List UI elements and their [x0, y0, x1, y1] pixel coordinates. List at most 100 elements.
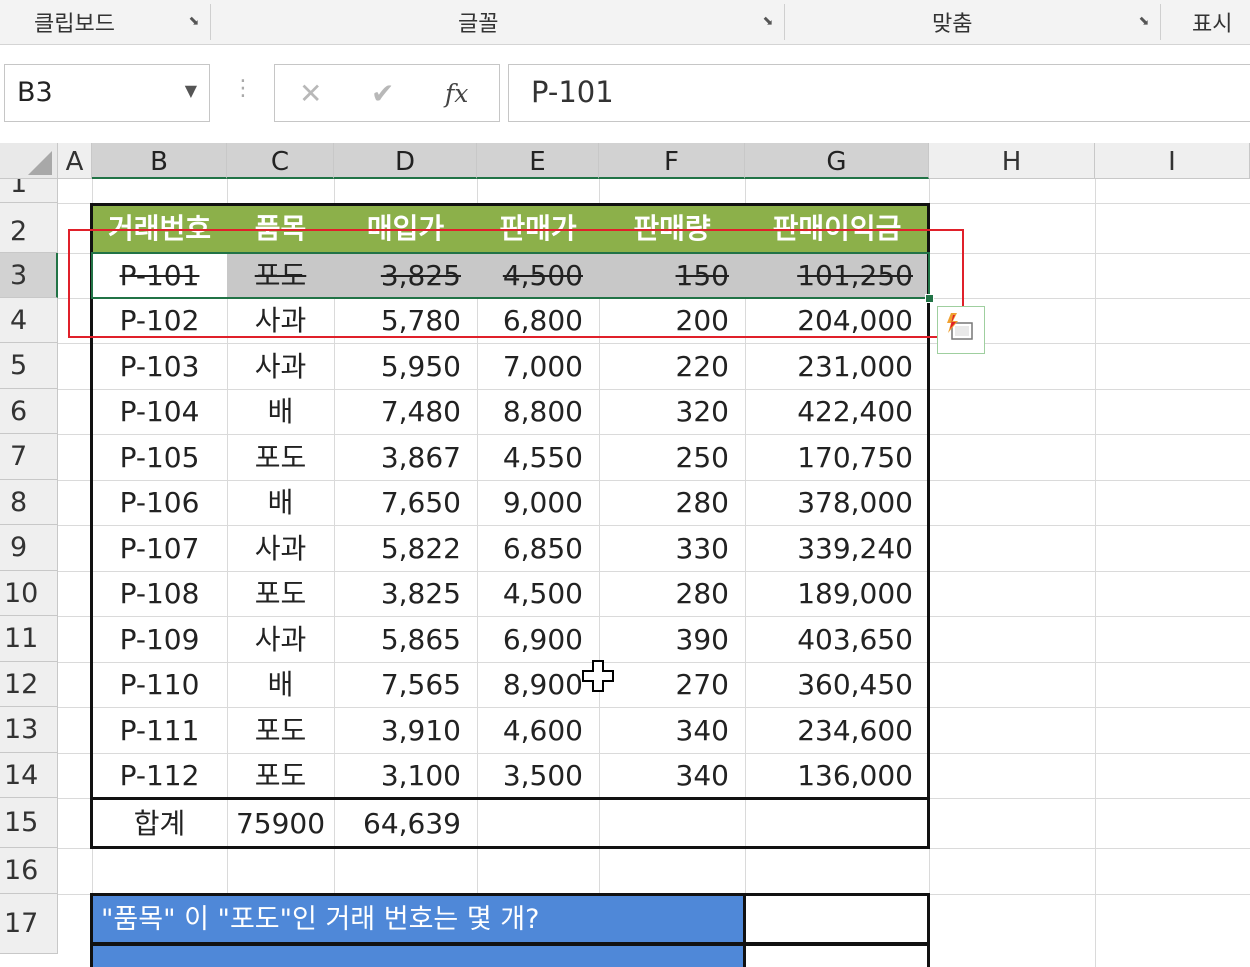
row-header-6[interactable]: 6 — [0, 389, 58, 434]
column-header-i[interactable]: I — [1095, 143, 1250, 179]
cell-sale-price[interactable]: 4,550 — [477, 435, 599, 480]
select-all-corner[interactable] — [0, 143, 58, 179]
question-row-next[interactable] — [93, 946, 743, 967]
row-header-14[interactable]: 14 — [0, 753, 58, 798]
cell-purchase-price[interactable]: 5,822 — [334, 526, 477, 571]
cell-sale-price[interactable]: 6,850 — [477, 526, 599, 571]
row-header-5[interactable]: 5 — [0, 343, 58, 389]
name-box[interactable]: B3 ▼ — [4, 64, 210, 122]
question-text[interactable]: "품목" 이 "포도"인 거래 번호는 몇 개? — [93, 896, 743, 942]
cell-item[interactable]: 포도 — [227, 435, 334, 480]
cell-quantity[interactable]: 280 — [599, 572, 745, 616]
cell-purchase-price[interactable]: 3,825 — [334, 572, 477, 616]
cell-profit[interactable]: 422,400 — [745, 390, 929, 434]
cell-transaction-no[interactable]: P-107 — [92, 526, 227, 571]
cell-purchase-price[interactable]: 7,565 — [334, 663, 477, 707]
cell-transaction-no[interactable]: P-112 — [92, 754, 227, 798]
cell-transaction-no[interactable]: P-108 — [92, 572, 227, 616]
answer-cell[interactable] — [746, 896, 927, 942]
cell-quantity[interactable]: 250 — [599, 435, 745, 480]
row-header-16[interactable]: 16 — [0, 848, 58, 894]
alignment-launcher-icon[interactable]: ⬊ — [1136, 14, 1152, 30]
cell-item[interactable]: 사과 — [227, 526, 334, 571]
cell-profit[interactable]: 136,000 — [745, 754, 929, 798]
quick-analysis-button[interactable] — [937, 306, 985, 354]
cell-purchase-price[interactable]: 3,910 — [334, 708, 477, 753]
enter-icon[interactable]: ✔ — [371, 77, 394, 110]
chevron-down-icon[interactable]: ▼ — [185, 81, 197, 100]
clipboard-launcher-icon[interactable]: ⬊ — [186, 14, 202, 30]
cell-quantity[interactable]: 390 — [599, 617, 745, 662]
row-header-10[interactable]: 10 — [0, 571, 58, 616]
cell-sale-price[interactable]: 8,800 — [477, 390, 599, 434]
answer-cell-next[interactable] — [746, 946, 927, 967]
cell-item[interactable]: 사과 — [227, 344, 334, 389]
cell-profit[interactable]: 339,240 — [745, 526, 929, 571]
cell-transaction-no[interactable]: P-103 — [92, 344, 227, 389]
cell-transaction-no[interactable]: P-110 — [92, 663, 227, 707]
cell-sale-price[interactable]: 3,500 — [477, 754, 599, 798]
cell-sale-price[interactable]: 7,000 — [477, 344, 599, 389]
cell-profit[interactable]: 403,650 — [745, 617, 929, 662]
cell-quantity[interactable]: 340 — [599, 708, 745, 753]
cell-item[interactable]: 포도 — [227, 708, 334, 753]
row-header-7[interactable]: 7 — [0, 434, 58, 480]
cell-item[interactable]: 배 — [227, 663, 334, 707]
column-header-g[interactable]: G — [745, 143, 929, 179]
cell-sale-price[interactable]: 4,600 — [477, 708, 599, 753]
row-header-8[interactable]: 8 — [0, 480, 58, 525]
cell-transaction-no[interactable]: P-105 — [92, 435, 227, 480]
cell-profit[interactable]: 189,000 — [745, 572, 929, 616]
cell-quantity[interactable]: 280 — [599, 481, 745, 525]
row-header-4[interactable]: 4 — [0, 298, 58, 343]
cell-transaction-no[interactable]: P-109 — [92, 617, 227, 662]
row-header-15[interactable]: 15 — [0, 798, 58, 848]
cell-purchase-price[interactable]: 3,867 — [334, 435, 477, 480]
column-header-d[interactable]: D — [334, 143, 477, 179]
cell-quantity[interactable]: 220 — [599, 344, 745, 389]
column-header-c[interactable]: C — [227, 143, 334, 179]
font-launcher-icon[interactable]: ⬊ — [760, 14, 776, 30]
cell-transaction-no[interactable]: P-106 — [92, 481, 227, 525]
cell-quantity[interactable]: 270 — [599, 663, 745, 707]
cell-sale-price[interactable]: 8,900 — [477, 663, 599, 707]
row-header-17[interactable]: 17 — [0, 894, 58, 954]
cell-profit[interactable]: 360,450 — [745, 663, 929, 707]
cell-purchase-price[interactable]: 5,865 — [334, 617, 477, 662]
column-header-b[interactable]: B — [92, 143, 227, 179]
drag-handle-icon[interactable]: ⋮ — [232, 76, 254, 101]
cell-quantity[interactable]: 330 — [599, 526, 745, 571]
cell-item[interactable]: 배 — [227, 481, 334, 525]
cancel-icon[interactable]: ✕ — [299, 77, 322, 110]
column-header-a[interactable]: A — [58, 143, 92, 179]
insert-function-icon[interactable]: fx — [445, 79, 468, 108]
cell-purchase-price[interactable]: 5,950 — [334, 344, 477, 389]
column-header-e[interactable]: E — [477, 143, 599, 179]
cell-sale-price[interactable]: 6,900 — [477, 617, 599, 662]
cell-item[interactable]: 포도 — [227, 754, 334, 798]
cell-profit[interactable]: 170,750 — [745, 435, 929, 480]
cell-quantity[interactable]: 340 — [599, 754, 745, 798]
row-header-11[interactable]: 11 — [0, 616, 58, 662]
cell-item[interactable]: 포도 — [227, 572, 334, 616]
cell-sale-price[interactable]: 4,500 — [477, 572, 599, 616]
cell-purchase-price[interactable]: 7,650 — [334, 481, 477, 525]
row-header-1[interactable]: 1 — [0, 179, 58, 203]
row-header-12[interactable]: 12 — [0, 662, 58, 707]
cell-transaction-no[interactable]: P-104 — [92, 390, 227, 434]
row-header-2[interactable]: 2 — [0, 203, 58, 253]
formula-input[interactable]: P-101 — [508, 64, 1250, 122]
row-header-9[interactable]: 9 — [0, 525, 58, 571]
cell-profit[interactable]: 234,600 — [745, 708, 929, 753]
cell-profit[interactable]: 378,000 — [745, 481, 929, 525]
column-header-h[interactable]: H — [929, 143, 1095, 179]
cell-profit[interactable]: 231,000 — [745, 344, 929, 389]
row-header-13[interactable]: 13 — [0, 707, 58, 753]
cell-purchase-price[interactable]: 7,480 — [334, 390, 477, 434]
cell-item[interactable]: 사과 — [227, 617, 334, 662]
cell-quantity[interactable]: 320 — [599, 390, 745, 434]
cell-sale-price[interactable]: 9,000 — [477, 481, 599, 525]
cell-item[interactable]: 배 — [227, 390, 334, 434]
cell-purchase-price[interactable]: 3,100 — [334, 754, 477, 798]
total-item-cell[interactable]: 75900 — [227, 800, 334, 848]
